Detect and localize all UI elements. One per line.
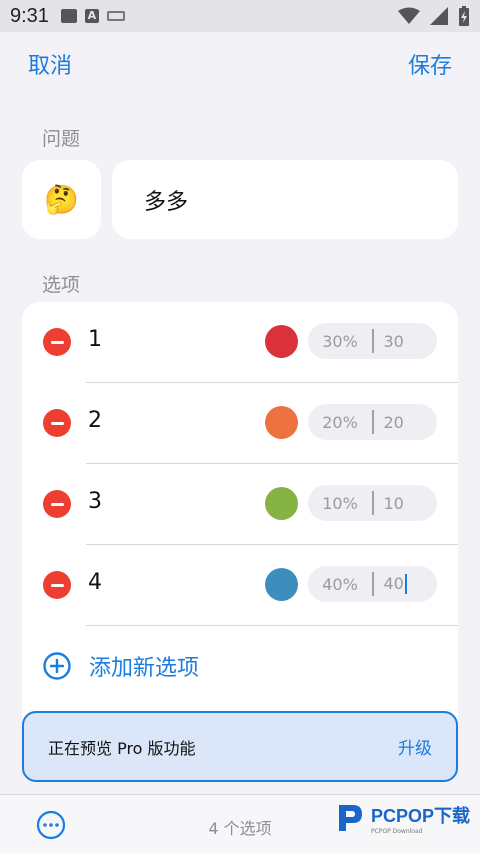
option-value-field[interactable]: 10% 10 bbox=[308, 485, 437, 521]
option-percent: 20% bbox=[322, 412, 358, 432]
remove-option-icon[interactable] bbox=[43, 571, 71, 599]
cancel-button[interactable]: 取消 bbox=[28, 48, 72, 80]
thinking-face-icon: 🤔 bbox=[44, 183, 79, 216]
remove-option-icon[interactable] bbox=[43, 409, 71, 437]
status-time: 9:31 bbox=[10, 4, 49, 27]
options-list: 1 30% 30 2 20% 20 3 10% 10 4 40% 40 添加新选… bbox=[22, 302, 458, 722]
option-value-input[interactable]: 10 bbox=[374, 494, 404, 513]
pcpop-logo-icon bbox=[338, 805, 362, 831]
option-row: 2 20% 20 bbox=[22, 383, 458, 464]
add-circle-icon bbox=[43, 652, 71, 680]
watermark-logo: PCPOP下载 PCPOP Download bbox=[335, 801, 470, 835]
option-label-input[interactable]: 3 bbox=[88, 489, 102, 514]
option-value-text: 40 bbox=[383, 573, 404, 593]
watermark-sub: PCPOP Download bbox=[370, 827, 423, 835]
status-notification-icons: A bbox=[60, 9, 125, 23]
option-color-swatch[interactable] bbox=[265, 487, 298, 520]
option-value-input[interactable]: 20 bbox=[374, 413, 404, 432]
bottom-toolbar: 4 个选项 PCPOP下载 PCPOP Download bbox=[0, 794, 480, 853]
signal-icon bbox=[430, 7, 448, 25]
option-value-field[interactable]: 40% 40 bbox=[308, 566, 437, 602]
option-row: 1 30% 30 bbox=[22, 302, 458, 383]
question-input[interactable]: 多多 bbox=[112, 160, 458, 239]
watermark-brand: PCPOP下载 bbox=[370, 805, 470, 826]
option-color-swatch[interactable] bbox=[265, 406, 298, 439]
keyboard-icon bbox=[106, 11, 125, 21]
image-notification-icon bbox=[60, 9, 77, 23]
option-label-input[interactable]: 2 bbox=[88, 408, 102, 433]
option-label-input[interactable]: 4 bbox=[88, 570, 102, 595]
save-button[interactable]: 保存 bbox=[408, 48, 452, 80]
pro-preview-text: 正在预览 Pro 版功能 bbox=[48, 738, 196, 758]
option-value-input[interactable]: 30 bbox=[374, 332, 404, 351]
add-option-label: 添加新选项 bbox=[89, 656, 200, 681]
text-notification-icon: A bbox=[84, 9, 99, 23]
option-row: 3 10% 10 bbox=[22, 464, 458, 545]
emoji-picker-button[interactable]: 🤔 bbox=[22, 160, 101, 239]
question-section-label: 问题 bbox=[42, 128, 81, 150]
wifi-icon bbox=[398, 7, 420, 24]
option-value-field[interactable]: 20% 20 bbox=[308, 404, 437, 440]
upgrade-button[interactable]: 升级 bbox=[398, 734, 432, 759]
pro-preview-banner: 正在预览 Pro 版功能 升级 bbox=[22, 711, 458, 782]
option-percent: 10% bbox=[322, 493, 358, 513]
option-percent: 40% bbox=[322, 574, 358, 594]
text-caret bbox=[404, 574, 407, 595]
option-color-swatch[interactable] bbox=[265, 568, 298, 601]
option-value-field[interactable]: 30% 30 bbox=[308, 323, 437, 359]
status-bar: 9:31 A bbox=[0, 0, 480, 32]
remove-option-icon[interactable] bbox=[43, 328, 71, 356]
option-value-input-active[interactable]: 40 bbox=[374, 574, 407, 595]
option-percent: 30% bbox=[322, 331, 358, 351]
option-row: 4 40% 40 bbox=[22, 545, 458, 626]
remove-option-icon[interactable] bbox=[43, 490, 71, 518]
options-section-label: 选项 bbox=[42, 274, 81, 296]
battery-icon bbox=[459, 6, 469, 26]
option-color-swatch[interactable] bbox=[265, 325, 298, 358]
option-label-input[interactable]: 1 bbox=[88, 327, 102, 352]
add-option-button[interactable]: 添加新选项 bbox=[22, 626, 458, 706]
